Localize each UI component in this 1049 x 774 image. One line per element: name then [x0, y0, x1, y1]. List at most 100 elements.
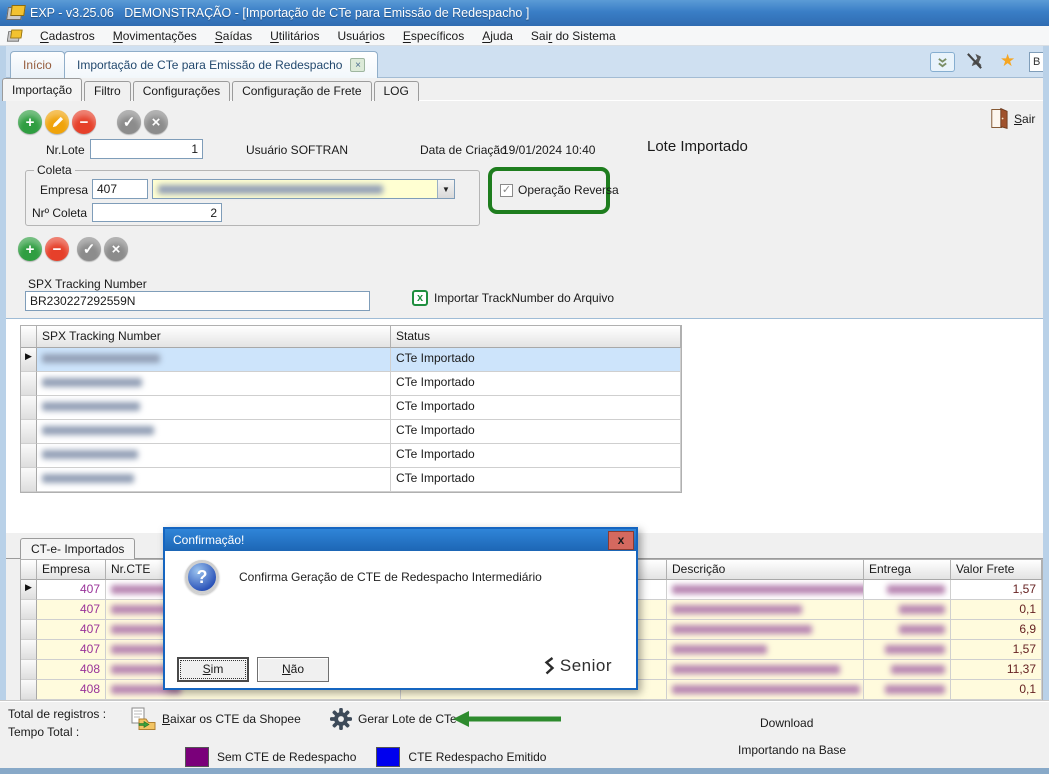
subtab-configura-es[interactable]: Configurações [133, 81, 230, 101]
empresa-code-input[interactable]: 407 [92, 179, 148, 199]
spx-grid-header: SPX Tracking Number Status [21, 326, 681, 348]
menu-item-ajuda[interactable]: Ajuda [473, 27, 522, 45]
page-tab-strip: ImportaçãoFiltroConfiguraçõesConfiguraçã… [0, 78, 1049, 101]
descricao-cell-redacted [667, 680, 864, 700]
menu-item-cadastros[interactable]: Cadastros [31, 27, 104, 45]
gerar-lote-cte-button[interactable]: Gerar Lote de CTe [330, 708, 457, 730]
close-tab-icon[interactable]: × [350, 58, 365, 72]
menu-bar: CadastrosMovimentaçõesSaídasUtilitáriosU… [0, 26, 1049, 46]
row-selector[interactable] [21, 468, 37, 492]
subtab-log[interactable]: LOG [374, 81, 419, 101]
table-row[interactable]: CTe Importado [21, 444, 681, 468]
subtab-filtro[interactable]: Filtro [84, 81, 131, 101]
entrega-cell-redacted [864, 600, 951, 620]
cancel-tracking-button[interactable]: × [104, 237, 128, 261]
col-valor-frete[interactable]: Valor Frete [951, 560, 1042, 580]
delete-button[interactable]: − [72, 110, 96, 134]
senior-logo-text: Senior [560, 656, 612, 676]
add-button[interactable]: + [18, 110, 42, 134]
status-cell: CTe Importado [391, 420, 681, 444]
sim-button[interactable]: Sim [177, 657, 249, 682]
col-spx-tracking[interactable]: SPX Tracking Number [37, 326, 391, 348]
checkbox-check-icon[interactable]: ✓ [500, 184, 513, 197]
subtab-importa-o[interactable]: Importação [2, 78, 82, 101]
nr-lote-label: Nr.Lote [46, 143, 85, 157]
empresa-combobox[interactable]: ▼ [152, 179, 455, 199]
descricao-cell-redacted [667, 600, 864, 620]
legend: Sem CTE de Redespacho CTE Redespacho Emit… [185, 747, 558, 767]
status-cell: CTe Importado [391, 372, 681, 396]
sair-button[interactable]: Sair [990, 107, 1035, 130]
importar-tracknumber-button[interactable]: x Importar TrackNumber do Arquivo [412, 290, 614, 306]
descricao-cell-redacted [667, 640, 864, 660]
tab-inicio-label: Início [23, 58, 52, 72]
table-row[interactable]: CTe Importado [21, 420, 681, 444]
col-status[interactable]: Status [391, 326, 681, 348]
table-row[interactable]: CTe Importado [21, 396, 681, 420]
nr-lote-input[interactable]: 1 [90, 139, 203, 159]
baixar-cte-shopee-button[interactable]: Baixar os CTE da Shopee [130, 707, 301, 731]
importar-tracknumber-label: Importar TrackNumber do Arquivo [434, 291, 614, 305]
col-entrega[interactable]: Entrega [864, 560, 951, 580]
edit-pencil-button[interactable] [45, 110, 69, 134]
tab-cte-importados[interactable]: CT-e- Importados [20, 538, 135, 559]
chevron-down-icon[interactable] [930, 52, 955, 72]
table-row[interactable]: CTe Importado [21, 468, 681, 492]
empresa-cell: 407 [37, 620, 106, 640]
lote-status-text: Lote Importado [647, 138, 748, 155]
baixar-cte-label: Baixar os CTE da Shopee [162, 712, 301, 726]
empresa-code: 407 [97, 182, 117, 196]
col-descricao[interactable]: Descrição [667, 560, 864, 580]
row-selector[interactable] [21, 680, 37, 700]
dialog-title-bar[interactable]: Confirmação! [165, 529, 636, 551]
row-selector[interactable] [21, 444, 37, 468]
subtab-configura-o-de-frete[interactable]: Configuração de Frete [232, 81, 371, 101]
menu-item-sair-do-sistema[interactable]: Sair do Sistema [522, 27, 625, 45]
row-selector[interactable] [21, 372, 37, 396]
row-selector[interactable] [21, 600, 37, 620]
spx-tracking-input[interactable]: BR230227292559N [25, 291, 370, 311]
row-selector[interactable] [21, 420, 37, 444]
col-empresa[interactable]: Empresa [37, 560, 106, 580]
importando-status-label: Importando na Base [738, 743, 846, 757]
menu-item-movimenta-es[interactable]: Movimentações [104, 27, 206, 45]
remove-tracking-button[interactable]: − [45, 237, 69, 261]
row-selector[interactable]: ▶ [21, 580, 37, 600]
total-registros-label: Total de registros : [8, 707, 106, 721]
row-selector[interactable] [21, 640, 37, 660]
table-row[interactable]: CTe Importado [21, 372, 681, 396]
unpin-icon[interactable] [965, 52, 984, 74]
gear-icon [330, 708, 352, 730]
confirm-button[interactable]: ✓ [117, 110, 141, 134]
menu-item-usu-rios[interactable]: Usuários [328, 27, 393, 45]
operacao-reversa-checkbox[interactable]: ✓ Operação Reversa [500, 183, 619, 197]
combo-dropdown-icon[interactable]: ▼ [437, 180, 454, 198]
nao-button[interactable]: Não [257, 657, 329, 682]
nr-coleta-input[interactable]: 2 [92, 203, 222, 222]
legend-label: Sem CTE de Redespacho [217, 750, 356, 764]
row-selector[interactable] [21, 660, 37, 680]
add-tracking-button[interactable]: + [18, 237, 42, 261]
menu-item-espec-ficos[interactable]: Específicos [394, 27, 473, 45]
title-bar: EXP - v3.25.06 DEMONSTRAÇÃO - [Importaçã… [0, 0, 1049, 26]
cte-tab-label: CT-e- Importados [31, 542, 124, 556]
door-icon [990, 107, 1008, 130]
favorite-star-icon[interactable]: ★ [1000, 51, 1015, 71]
menu-item-sa-das[interactable]: Saídas [206, 27, 261, 45]
confirm-tracking-button[interactable]: ✓ [77, 237, 101, 261]
row-selector[interactable] [21, 620, 37, 640]
valor-frete-cell: 11,37 [951, 660, 1042, 680]
dialog-close-icon[interactable]: x [608, 531, 634, 550]
spx-tracking-value: BR230227292559N [30, 294, 135, 308]
menu-item-utilit-rios[interactable]: Utilitários [261, 27, 328, 45]
table-row[interactable]: ▶CTe Importado [21, 348, 681, 372]
legend-label: CTE Redespacho Emitido [408, 750, 546, 764]
cancel-button[interactable]: × [144, 110, 168, 134]
menu-app-icon [7, 29, 21, 42]
row-selector[interactable]: ▶ [21, 348, 37, 372]
row-selector[interactable] [21, 396, 37, 420]
data-criacao-label: Data de Criação [420, 143, 507, 157]
tab-importacao-cte[interactable]: Importação de CTe para Emissão de Redesp… [64, 51, 378, 78]
tab-inicio[interactable]: Início [10, 51, 65, 78]
status-cell: CTe Importado [391, 396, 681, 420]
